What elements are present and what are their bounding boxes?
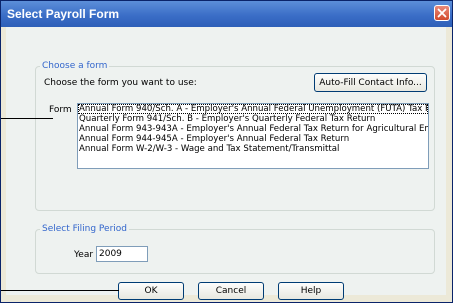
ok-button[interactable]: OK — [118, 282, 184, 300]
form-listbox[interactable]: Annual Form 940/Sch. A - Employer's Annu… — [77, 103, 429, 169]
list-item[interactable]: Annual Form 940/Sch. A - Employer's Annu… — [78, 104, 428, 114]
title-bar[interactable]: Select Payroll Form — [1, 1, 452, 27]
choose-form-legend: Choose a form — [42, 61, 108, 71]
year-label: Year — [74, 250, 94, 260]
auto-fill-contact-info-button[interactable]: Auto-Fill Contact Info... — [314, 73, 427, 92]
list-item[interactable]: Annual Form 944-945A - Employer's Annual… — [78, 134, 428, 144]
window-title: Select Payroll Form — [7, 7, 120, 21]
filing-period-legend: Select Filing Period — [42, 224, 127, 234]
list-item[interactable]: Annual Form W-2/W-3 - Wage and Tax State… — [78, 144, 428, 154]
cancel-button[interactable]: Cancel — [198, 282, 264, 300]
list-item[interactable]: Annual Form 943-943A - Employer's Annual… — [78, 124, 428, 134]
callout-line-ok — [1, 290, 119, 291]
close-icon — [437, 8, 447, 18]
callout-line-form — [1, 118, 53, 119]
select-payroll-form-dialog: Select Payroll Form Choose a form Choose… — [0, 0, 453, 303]
list-item[interactable]: Quarterly Form 941/Sch. B - Employer's Q… — [78, 114, 428, 124]
filing-period-group: Select Filing Period — [35, 224, 435, 274]
help-button[interactable]: Help — [278, 282, 344, 300]
choose-form-prompt: Choose the form you want to use: — [44, 78, 197, 88]
year-input[interactable] — [96, 246, 148, 262]
form-label: Form — [49, 105, 72, 115]
close-button[interactable] — [434, 5, 450, 21]
